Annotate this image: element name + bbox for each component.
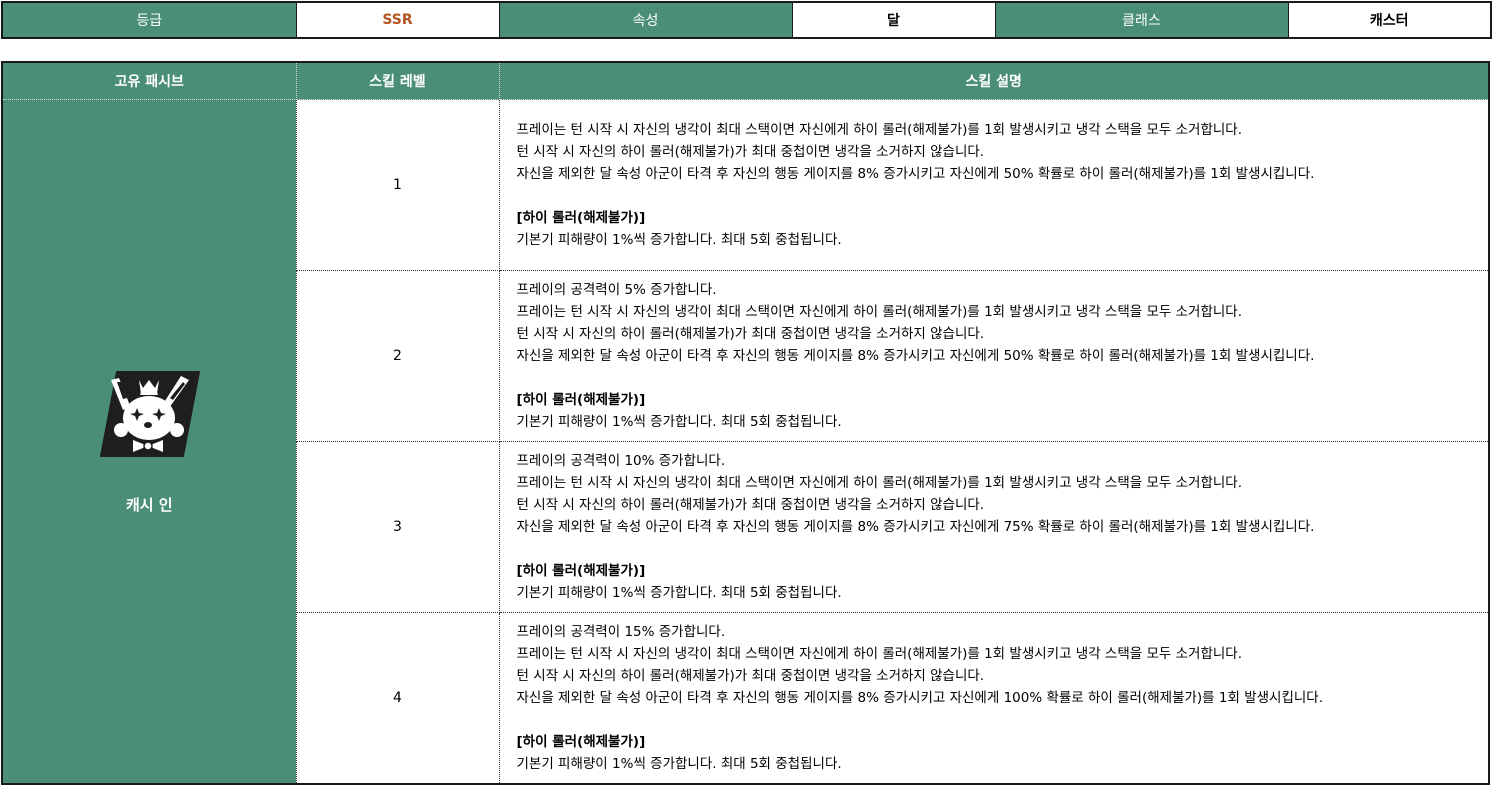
class-value: 캐스터 bbox=[1287, 1, 1492, 39]
skill-level: 2 bbox=[393, 348, 402, 364]
skill-level: 4 bbox=[393, 689, 402, 706]
desc-line: 프레이의 공격력이 5% 증가합니다. bbox=[516, 282, 717, 298]
desc-line: 자신을 제외한 달 속성 아군이 타격 후 자신의 행동 게이지를 8% 증가시… bbox=[516, 166, 1315, 182]
description-cell: 프레이의 공격력이 5% 증가합니다. 프레이는 턴 시작 시 자신의 냉각이 … bbox=[498, 270, 1490, 442]
desc-spacer bbox=[517, 709, 1481, 731]
grade-label: 등급 bbox=[1, 1, 297, 39]
desc-line: 프레이의 공격력이 15% 증가합니다. bbox=[516, 623, 726, 640]
skill-table-header: 고유 패시브 스킬 레벨 스킬 설명 bbox=[1, 61, 1490, 100]
desc-line: 프레이는 턴 시작 시 자신의 냉각이 최대 스택이면 자신에게 하이 롤러(해… bbox=[516, 475, 1243, 491]
header-level: 스킬 레벨 bbox=[295, 61, 500, 100]
unique-passive-table: 고유 패시브 스킬 레벨 스킬 설명 캐시 인 1 프레이는 턴 시작 시 자신… bbox=[1, 61, 1490, 785]
level-cell: 4 bbox=[295, 612, 500, 784]
header-description: 스킬 설명 bbox=[498, 61, 1490, 100]
character-info-table: 등급 SSR 속성 달 클래스 캐스터 bbox=[1, 1, 1492, 39]
level-cell: 2 bbox=[295, 270, 500, 442]
desc-line: 자신을 제외한 달 속성 아군이 타격 후 자신의 행동 게이지를 8% 증가시… bbox=[516, 689, 1324, 706]
sub-effect-text: 기본기 피해량이 1%씩 증가합니다. 최대 5회 중첩됩니다. bbox=[516, 414, 842, 430]
desc-spacer bbox=[517, 538, 1481, 560]
attribute-label: 속성 bbox=[498, 1, 793, 39]
desc-line: 프레이는 턴 시작 시 자신의 냉각이 최대 스택이면 자신에게 하이 롤러(해… bbox=[516, 645, 1243, 662]
sub-effect-title: [하이 롤러(해제불가)] bbox=[516, 392, 646, 408]
description-cell: 프레이의 공격력이 10% 증가합니다. 프레이는 턴 시작 시 자신의 냉각이… bbox=[498, 441, 1490, 613]
attribute-value: 달 bbox=[791, 1, 996, 39]
desc-spacer bbox=[517, 367, 1481, 389]
description-cell: 프레이의 공격력이 15% 증가합니다. 프레이는 턴 시작 시 자신의 냉각이… bbox=[498, 612, 1490, 784]
skill-level: 1 bbox=[393, 177, 402, 193]
passive-name: 캐시 인 bbox=[125, 495, 173, 514]
passive-cell: 캐시 인 bbox=[1, 99, 297, 784]
desc-line: 프레이는 턴 시작 시 자신의 냉각이 최대 스택이면 자신에게 하이 롤러(해… bbox=[516, 122, 1243, 138]
desc-spacer bbox=[517, 185, 1481, 207]
sub-effect-text: 기본기 피해량이 1%씩 증가합니다. 최대 5회 중첩됩니다. bbox=[516, 232, 842, 248]
skill-table-body: 캐시 인 1 프레이는 턴 시작 시 자신의 냉각이 최대 스택이면 자신에게 … bbox=[1, 99, 1490, 784]
sub-effect-title: [하이 롤러(해제불가)] bbox=[516, 733, 646, 750]
rabbit-card-icon bbox=[100, 370, 201, 457]
sub-effect-title: [하이 롤러(해제불가)] bbox=[516, 210, 646, 226]
level-cell: 1 bbox=[295, 99, 500, 271]
sub-effect-text: 기본기 피해량이 1%씩 증가합니다. 최대 5회 중첩됩니다. bbox=[516, 585, 842, 601]
character-info-row: 등급 SSR 속성 달 클래스 캐스터 bbox=[1, 1, 1492, 39]
desc-line: 턴 시작 시 자신의 하이 롤러(해제불가)가 최대 중첩이면 냉각을 소거하지… bbox=[516, 667, 985, 684]
desc-line: 프레이의 공격력이 10% 증가합니다. bbox=[516, 453, 726, 469]
sub-effect-title: [하이 롤러(해제불가)] bbox=[516, 563, 646, 579]
desc-line: 턴 시작 시 자신의 하이 롤러(해제불가)가 최대 중첩이면 냉각을 소거하지… bbox=[516, 326, 985, 342]
sub-effect-text: 기본기 피해량이 1%씩 증가합니다. 최대 5회 중첩됩니다. bbox=[516, 755, 842, 772]
skill-level: 3 bbox=[393, 519, 402, 535]
desc-line: 턴 시작 시 자신의 하이 롤러(해제불가)가 최대 중첩이면 냉각을 소거하지… bbox=[516, 144, 985, 160]
class-label: 클래스 bbox=[994, 1, 1289, 39]
desc-line: 프레이는 턴 시작 시 자신의 냉각이 최대 스택이면 자신에게 하이 롤러(해… bbox=[516, 304, 1243, 320]
desc-line: 자신을 제외한 달 속성 아군이 타격 후 자신의 행동 게이지를 8% 증가시… bbox=[516, 348, 1315, 364]
description-cell: 프레이는 턴 시작 시 자신의 냉각이 최대 스택이면 자신에게 하이 롤러(해… bbox=[498, 99, 1490, 271]
desc-line: 턴 시작 시 자신의 하이 롤러(해제불가)가 최대 중첩이면 냉각을 소거하지… bbox=[516, 497, 985, 513]
grade-value: SSR bbox=[295, 1, 500, 39]
level-cell: 3 bbox=[295, 441, 500, 613]
header-passive: 고유 패시브 bbox=[1, 61, 297, 100]
desc-line: 자신을 제외한 달 속성 아군이 타격 후 자신의 행동 게이지를 8% 증가시… bbox=[516, 519, 1315, 535]
